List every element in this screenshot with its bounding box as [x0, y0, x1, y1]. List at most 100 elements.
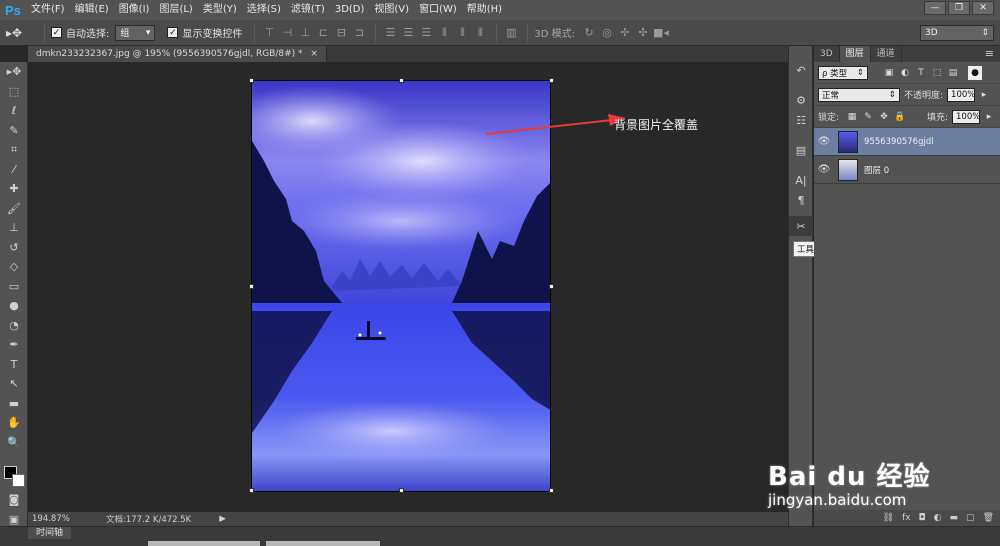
panel-menu-icon[interactable]: ≡	[985, 46, 1000, 62]
minimize-button[interactable]: —	[924, 1, 946, 15]
history-brush-tool-icon[interactable]: ↺	[0, 238, 28, 258]
show-transform-checkbox[interactable]: ✓	[167, 27, 179, 38]
auto-select-checkbox[interactable]: ✓	[51, 27, 62, 38]
workspace-dropdown[interactable]: 3D ⇕	[920, 25, 994, 41]
brush-tool-icon[interactable]: 🖌	[0, 199, 28, 219]
history-panel-icon[interactable]: ↶	[789, 60, 813, 80]
adjustments-panel-icon[interactable]: ⚙	[789, 90, 813, 110]
3d-rotate-icon[interactable]: ↻	[581, 25, 597, 41]
transform-handle-bl[interactable]	[249, 488, 254, 493]
filter-adjustment-icon[interactable]: ◐	[898, 66, 912, 80]
visibility-eye-icon[interactable]: 👁	[814, 136, 834, 147]
clone-stamp-tool-icon[interactable]: ⊥	[0, 218, 28, 238]
path-select-tool-icon[interactable]: ↖	[0, 374, 28, 394]
align-vcenter-icon[interactable]: ⊣	[279, 25, 295, 41]
eraser-tool-icon[interactable]: ◇	[0, 257, 28, 277]
background-color-swatch[interactable]	[12, 474, 25, 487]
menu-edit[interactable]: 编辑(E)	[70, 0, 114, 20]
menu-3d[interactable]: 3D(D)	[330, 0, 370, 20]
restore-button[interactable]: ❐	[948, 1, 970, 15]
character-panel-icon[interactable]: A|	[789, 170, 813, 190]
distribute-top-icon[interactable]: ☰	[382, 25, 398, 41]
close-button[interactable]: ✕	[972, 1, 994, 15]
eyedropper-tool-icon[interactable]: ⁄	[0, 160, 28, 180]
properties-panel-icon[interactable]: ☷	[789, 110, 813, 130]
crop-tool-icon[interactable]: ⌗	[0, 140, 28, 160]
filter-toggle-icon[interactable]: ●	[968, 65, 982, 80]
align-bottom-icon[interactable]: ⊥	[297, 25, 313, 41]
type-tool-icon[interactable]: T	[0, 355, 28, 375]
close-tab-icon[interactable]: ×	[310, 49, 318, 59]
distribute-hcenter-icon[interactable]: ⫴	[454, 25, 470, 41]
dodge-tool-icon[interactable]: ◔	[0, 316, 28, 336]
fill-slider-arrow-icon[interactable]: ▸	[982, 110, 996, 124]
align-left-icon[interactable]: ⊏	[315, 25, 331, 41]
align-right-icon[interactable]: ⊐	[351, 25, 367, 41]
auto-align-icon[interactable]: ▥	[503, 25, 519, 41]
hand-tool-icon[interactable]: ✋	[0, 413, 28, 433]
tab-3d[interactable]: 3D	[814, 46, 840, 62]
transform-handle-ml[interactable]	[249, 284, 254, 289]
visibility-eye-icon[interactable]: 👁	[814, 164, 834, 175]
marquee-tool-icon[interactable]: ⬚	[0, 82, 28, 102]
align-hcenter-icon[interactable]: ⊟	[333, 25, 349, 41]
menu-window[interactable]: 窗口(W)	[414, 0, 462, 20]
fill-input[interactable]: 100%	[952, 109, 980, 124]
move-tool-icon[interactable]: ▸✥	[0, 62, 28, 82]
filter-type-icon[interactable]: T	[914, 66, 928, 80]
filter-pixel-icon[interactable]: ▣	[882, 66, 896, 80]
filter-shape-icon[interactable]: ⬚	[930, 66, 944, 80]
brush-presets-panel-icon[interactable]: ▤	[789, 140, 813, 160]
link-layers-icon[interactable]: ⛓	[883, 513, 894, 523]
quick-select-tool-icon[interactable]: ✎	[0, 121, 28, 141]
blend-mode-dropdown[interactable]: 正常 ⇕	[818, 87, 900, 102]
menu-layer[interactable]: 图层(L)	[154, 0, 197, 20]
transform-handle-bc[interactable]	[399, 488, 404, 493]
move-tool-preset-icon[interactable]: ▸✥	[6, 26, 38, 40]
menu-view[interactable]: 视图(V)	[369, 0, 414, 20]
3d-roll-icon[interactable]: ◎	[599, 25, 615, 41]
tool-presets-panel-icon[interactable]: ✂	[789, 216, 813, 236]
tab-layers[interactable]: 图层	[839, 46, 871, 62]
3d-slide-icon[interactable]: ✣	[635, 25, 651, 41]
menu-help[interactable]: 帮助(H)	[462, 0, 507, 20]
healing-brush-tool-icon[interactable]: ✚	[0, 179, 28, 199]
paragraph-panel-icon[interactable]: ¶	[789, 190, 813, 210]
layer-row[interactable]: 👁 9556390576gjdl	[814, 128, 1000, 156]
rectangle-tool-icon[interactable]: ▬	[0, 394, 28, 414]
delete-layer-icon[interactable]: 🗑	[983, 513, 994, 523]
new-layer-icon[interactable]: ▢	[966, 513, 975, 523]
lock-position-icon[interactable]: ✥	[877, 110, 891, 124]
document-tab[interactable]: dmkn233232367.jpg @ 195% (9556390576gjdl…	[28, 46, 327, 62]
quick-mask-icon[interactable]: ◙	[0, 490, 28, 510]
distribute-right-icon[interactable]: ⫴	[472, 25, 488, 41]
gradient-tool-icon[interactable]: ▭	[0, 277, 28, 297]
add-mask-icon[interactable]: ◘	[919, 513, 926, 523]
transform-handle-tc[interactable]	[399, 78, 404, 83]
lasso-tool-icon[interactable]: ℓ	[0, 101, 28, 121]
menu-image[interactable]: 图像(I)	[114, 0, 155, 20]
zoom-readout[interactable]: 194.87%	[28, 514, 98, 524]
menu-filter[interactable]: 滤镜(T)	[286, 0, 330, 20]
tab-channels[interactable]: 通道	[871, 46, 902, 62]
opacity-slider-arrow-icon[interactable]: ▸	[977, 88, 991, 102]
transform-handle-tr[interactable]	[549, 78, 554, 83]
color-swatches[interactable]	[4, 464, 26, 488]
blur-tool-icon[interactable]: ●	[0, 296, 28, 316]
filter-smart-object-icon[interactable]: ▤	[946, 66, 960, 80]
distribute-vcenter-icon[interactable]: ☰	[400, 25, 416, 41]
menu-file[interactable]: 文件(F)	[26, 0, 70, 20]
layer-filter-dropdown[interactable]: ρ 类型 ⇕	[818, 65, 868, 80]
menu-type[interactable]: 类型(Y)	[198, 0, 242, 20]
3d-pan-icon[interactable]: ✢	[617, 25, 633, 41]
lock-all-icon[interactable]: 🔒	[893, 110, 907, 124]
status-menu-arrow-icon[interactable]: ▶	[219, 514, 226, 524]
3d-scale-icon[interactable]: ■◂	[653, 25, 669, 41]
taskbar-item[interactable]	[266, 541, 380, 546]
layer-row[interactable]: 👁 图层 0	[814, 156, 1000, 184]
transform-handle-mr[interactable]	[549, 284, 554, 289]
layer-name[interactable]: 图层 0	[864, 164, 889, 176]
distribute-bottom-icon[interactable]: ☰	[418, 25, 434, 41]
lock-transparent-icon[interactable]: ▦	[845, 110, 859, 124]
align-top-icon[interactable]: ⊤	[261, 25, 277, 41]
